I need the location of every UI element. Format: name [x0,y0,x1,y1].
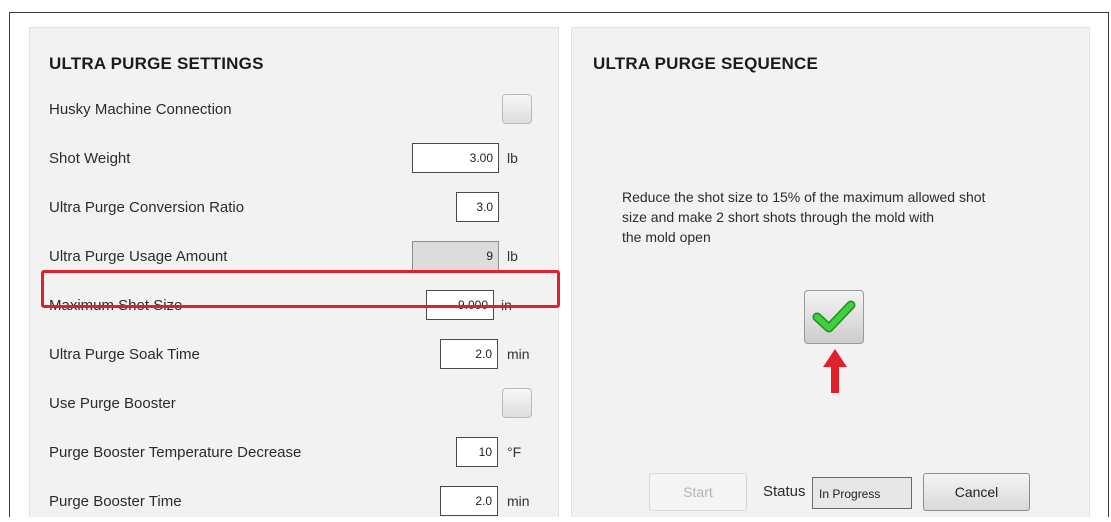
booster-temp-decrease-input[interactable]: 10 [456,437,498,467]
use-purge-booster-checkbox[interactable] [502,388,532,418]
usage-amount-label: Ultra Purge Usage Amount [49,248,228,265]
status-label: Status [763,483,806,500]
row-usage-amount: Ultra Purge Usage Amount 9 lb [30,237,558,277]
booster-temp-decrease-unit: °F [507,444,522,460]
booster-time-input[interactable]: 2.0 [440,486,498,516]
red-arrow-icon [823,349,847,393]
shot-weight-label: Shot Weight [49,150,131,167]
shot-weight-unit: lb [507,150,518,166]
maximum-shot-size-unit: in [501,297,512,313]
conversion-ratio-label: Ultra Purge Conversion Ratio [49,199,245,216]
status-value: In Progress [812,477,912,509]
usage-amount-unit: lb [507,248,518,264]
husky-machine-connection-label: Husky Machine Connection [49,101,232,118]
shot-weight-input[interactable]: 3.00 [412,143,499,173]
instruction-line: Reduce the shot size to 15% of the maxim… [622,189,986,205]
booster-temp-decrease-label: Purge Booster Temperature Decrease [49,444,302,461]
sequence-instruction: Reduce the shot size to 15% of the maxim… [622,187,1072,247]
confirm-step-button[interactable] [804,290,864,344]
row-use-purge-booster: Use Purge Booster [30,384,558,424]
row-shot-weight: Shot Weight 3.00 lb [30,139,558,179]
conversion-ratio-input[interactable]: 3.0 [456,192,499,222]
row-husky-machine-connection: Husky Machine Connection [30,90,558,130]
maximum-shot-size-label: Maximum Shot Size [49,297,183,314]
row-booster-time: Purge Booster Time 2.0 min [30,482,558,522]
soak-time-unit: min [507,346,530,362]
row-maximum-shot-size: Maximum Shot Size 9.000 in [30,286,558,326]
ultra-purge-sequence-panel: ULTRA PURGE SEQUENCE Reduce the shot siz… [571,27,1090,517]
cancel-button[interactable]: Cancel [923,473,1030,511]
husky-machine-connection-checkbox[interactable] [502,94,532,124]
maximum-shot-size-input[interactable]: 9.000 [426,290,494,320]
booster-time-label: Purge Booster Time [49,493,182,510]
row-soak-time: Ultra Purge Soak Time 2.0 min [30,335,558,375]
row-conversion-ratio: Ultra Purge Conversion Ratio 3.0 [30,188,558,228]
soak-time-label: Ultra Purge Soak Time [49,346,200,363]
booster-time-unit: min [507,493,530,509]
ultra-purge-settings-panel: ULTRA PURGE SETTINGS Husky Machine Conne… [29,27,560,517]
use-purge-booster-label: Use Purge Booster [49,395,176,412]
settings-title: ULTRA PURGE SETTINGS [49,54,264,73]
instruction-line: the mold open [622,229,711,245]
green-checkmark-icon [812,300,856,333]
sequence-title: ULTRA PURGE SEQUENCE [593,54,819,73]
row-booster-temp-decrease: Purge Booster Temperature Decrease 10 °F [30,433,558,473]
usage-amount-field: 9 [412,241,499,271]
start-button[interactable]: Start [649,473,747,511]
soak-time-input[interactable]: 2.0 [440,339,498,369]
instruction-line: size and make 2 short shots through the … [622,209,935,225]
